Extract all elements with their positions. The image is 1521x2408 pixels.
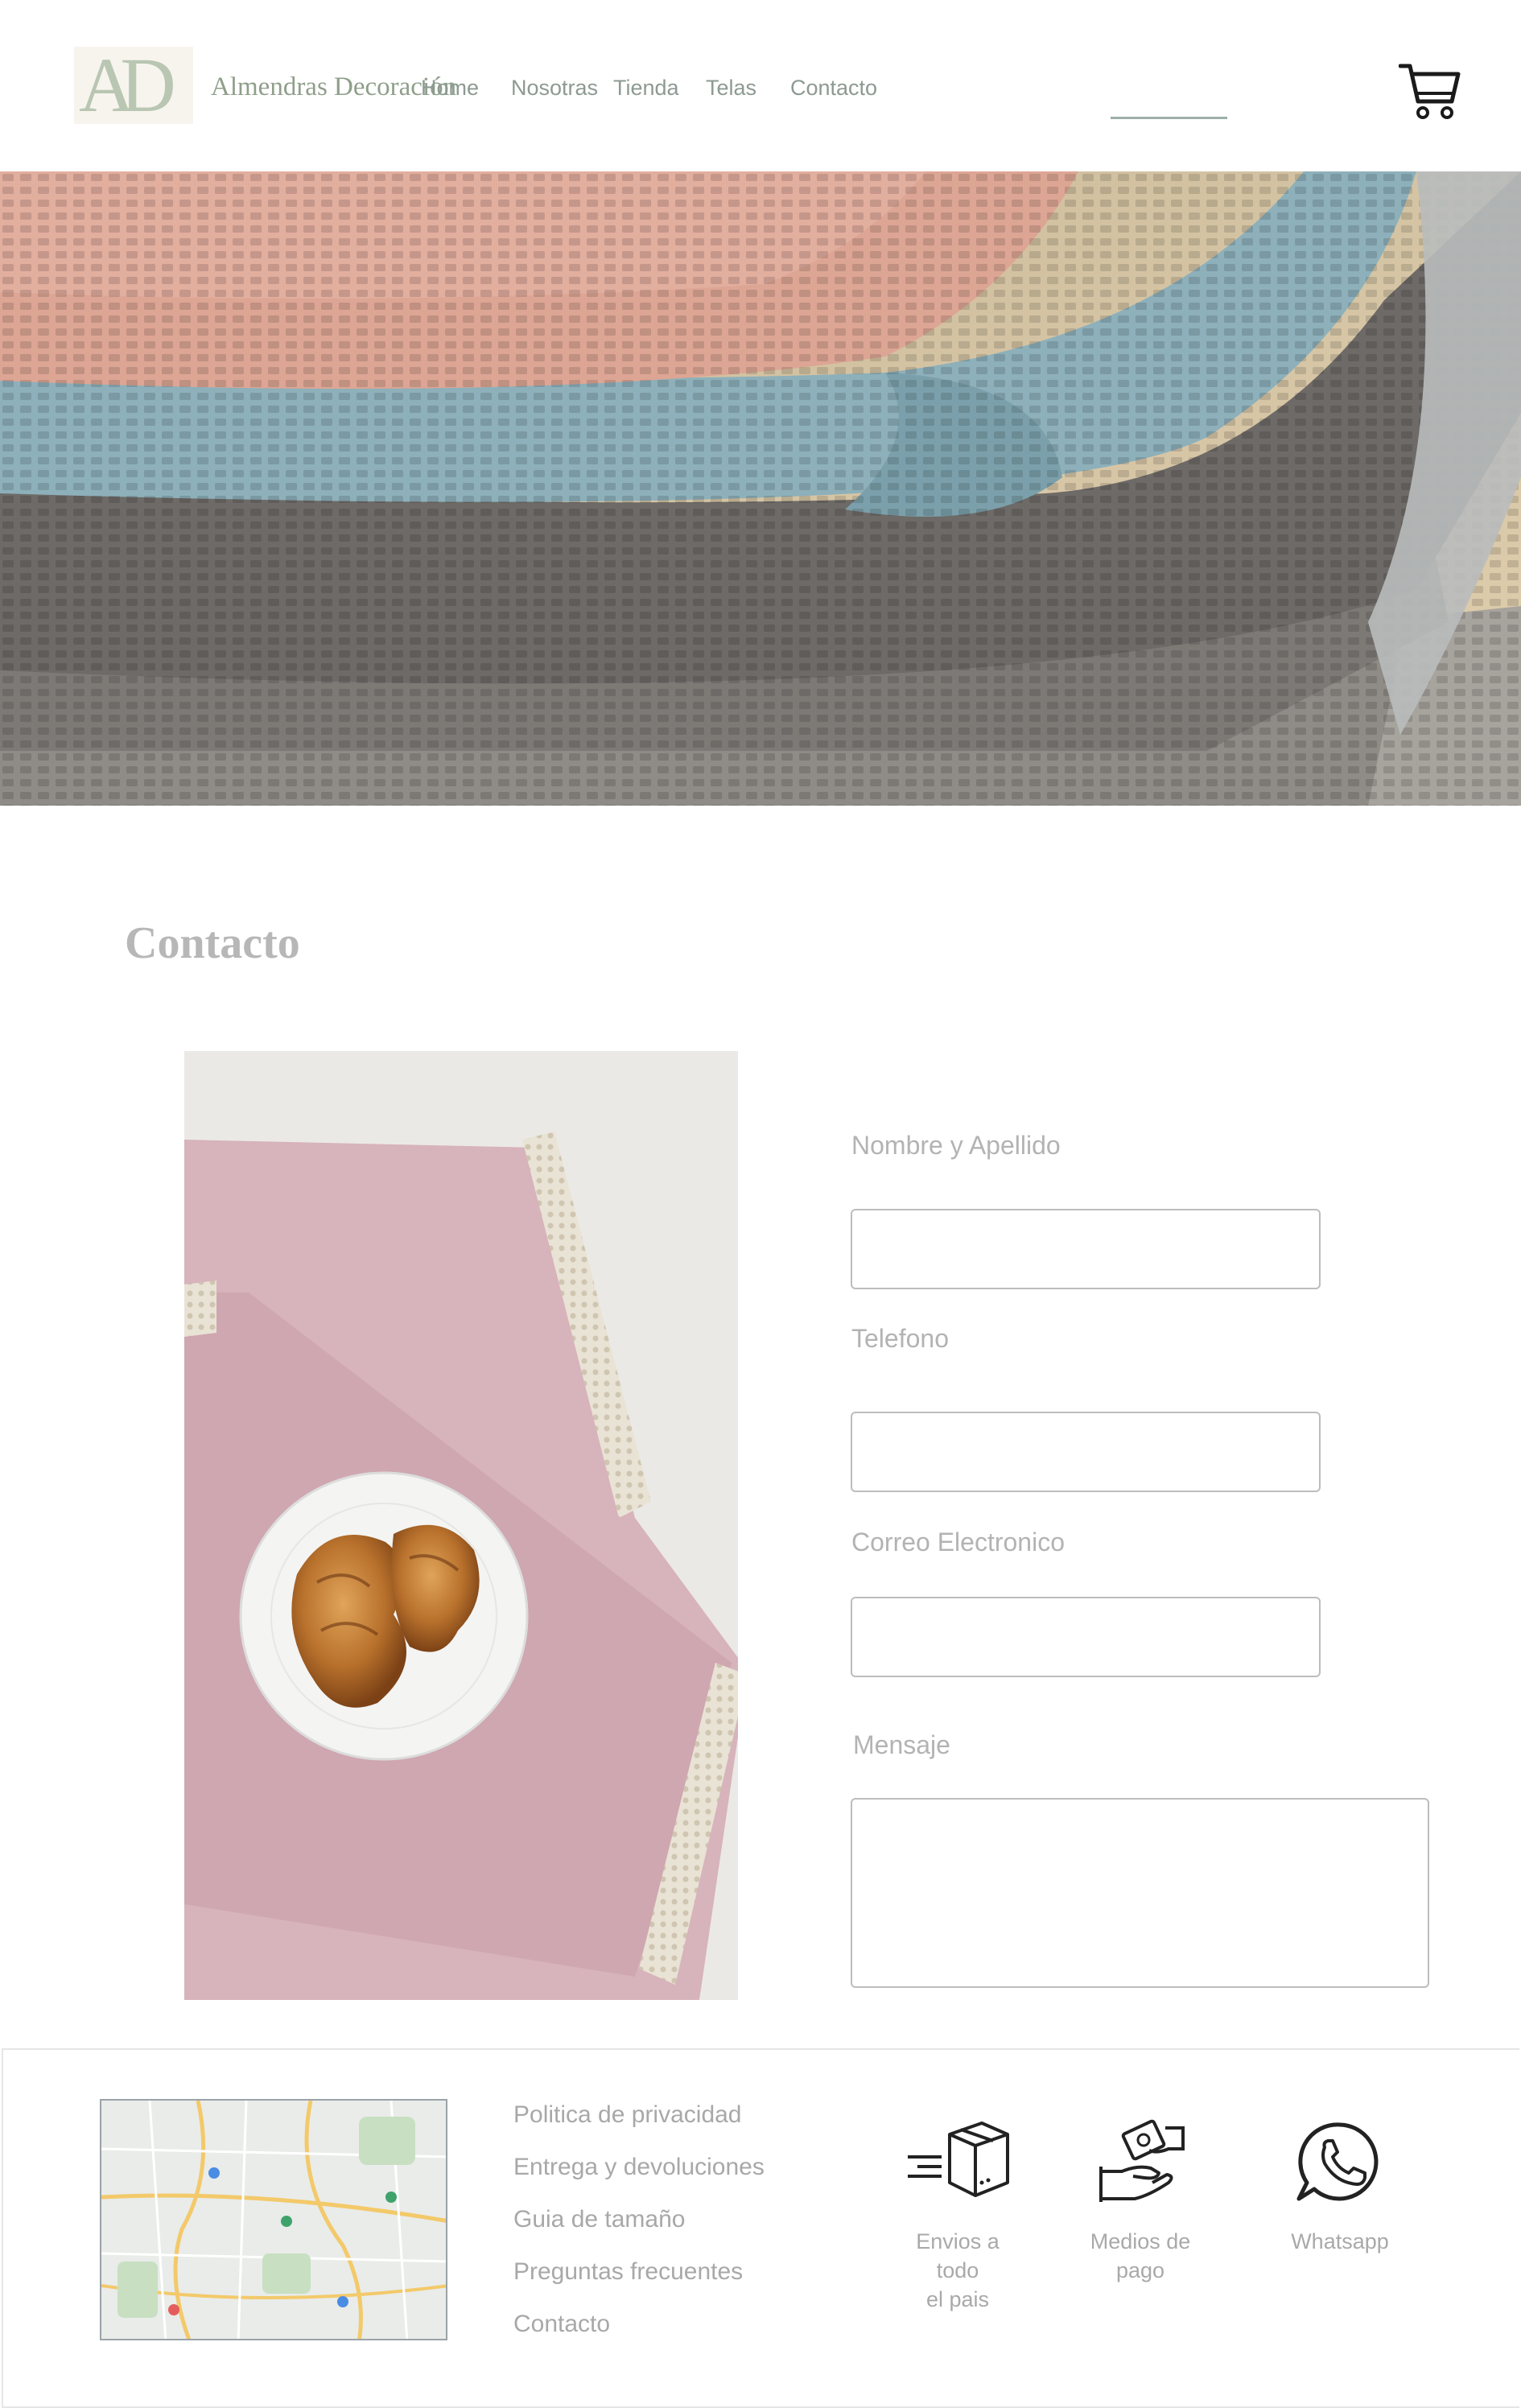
footer-link-size-guide[interactable]: Guia de tamaño — [513, 2205, 765, 2258]
nav-tienda[interactable]: Tienda — [613, 76, 679, 101]
message-label: Mensaje — [853, 1730, 950, 1759]
feature-whatsapp[interactable]: Whatsapp — [1288, 2118, 1392, 2256]
feature-shipping[interactable]: Envios a todo el pais — [893, 2118, 1022, 2314]
nav-active-indicator — [1111, 117, 1227, 119]
location-map[interactable] — [100, 2099, 447, 2340]
page-title: Contacto — [125, 918, 300, 968]
feature-shipping-line2: el pais — [925, 2287, 990, 2311]
footer-links: Politica de privacidad Entrega y devoluc… — [513, 2101, 765, 2362]
name-field[interactable] — [851, 1209, 1321, 1289]
nav-contacto[interactable]: Contacto — [790, 76, 877, 101]
nav-home[interactable]: Home — [421, 76, 479, 101]
footer-link-privacy[interactable]: Politica de privacidad — [513, 2101, 765, 2153]
nav-telas[interactable]: Telas — [706, 76, 756, 101]
feature-payment-line1: Medios de — [1090, 2229, 1191, 2253]
brand-logo[interactable]: AD — [79, 45, 176, 126]
footer-link-faq[interactable]: Preguntas frecuentes — [513, 2258, 765, 2310]
hero-image — [0, 171, 1521, 806]
footer-link-delivery[interactable]: Entrega y devoluciones — [513, 2153, 765, 2205]
feature-whatsapp-label: Whatsapp — [1291, 2229, 1389, 2253]
footer-link-contact[interactable]: Contacto — [513, 2310, 765, 2362]
feature-shipping-line1: Envios a todo — [916, 2229, 1000, 2282]
delivery-box-icon — [893, 2118, 1022, 2211]
contact-photo — [184, 1051, 738, 2000]
feature-payment-line2: pago — [1115, 2258, 1165, 2282]
feature-payment[interactable]: Medios de pago — [1088, 2118, 1193, 2285]
brand-name[interactable]: Almendras Decoración — [211, 72, 456, 102]
nav-nosotras[interactable]: Nosotras — [511, 76, 598, 101]
payment-hands-icon — [1088, 2118, 1193, 2211]
shopping-cart-icon[interactable] — [1398, 61, 1461, 122]
email-field[interactable] — [851, 1597, 1321, 1677]
phone-label: Telefono — [851, 1324, 949, 1353]
message-field[interactable] — [851, 1798, 1429, 1988]
name-label: Nombre y Apellido — [851, 1131, 1061, 1160]
site-header: AD Almendras Decoración Home Nosotras Ti… — [0, 0, 1521, 171]
phone-field[interactable] — [851, 1412, 1321, 1492]
email-label: Correo Electronico — [851, 1528, 1065, 1557]
whatsapp-icon — [1288, 2118, 1392, 2211]
